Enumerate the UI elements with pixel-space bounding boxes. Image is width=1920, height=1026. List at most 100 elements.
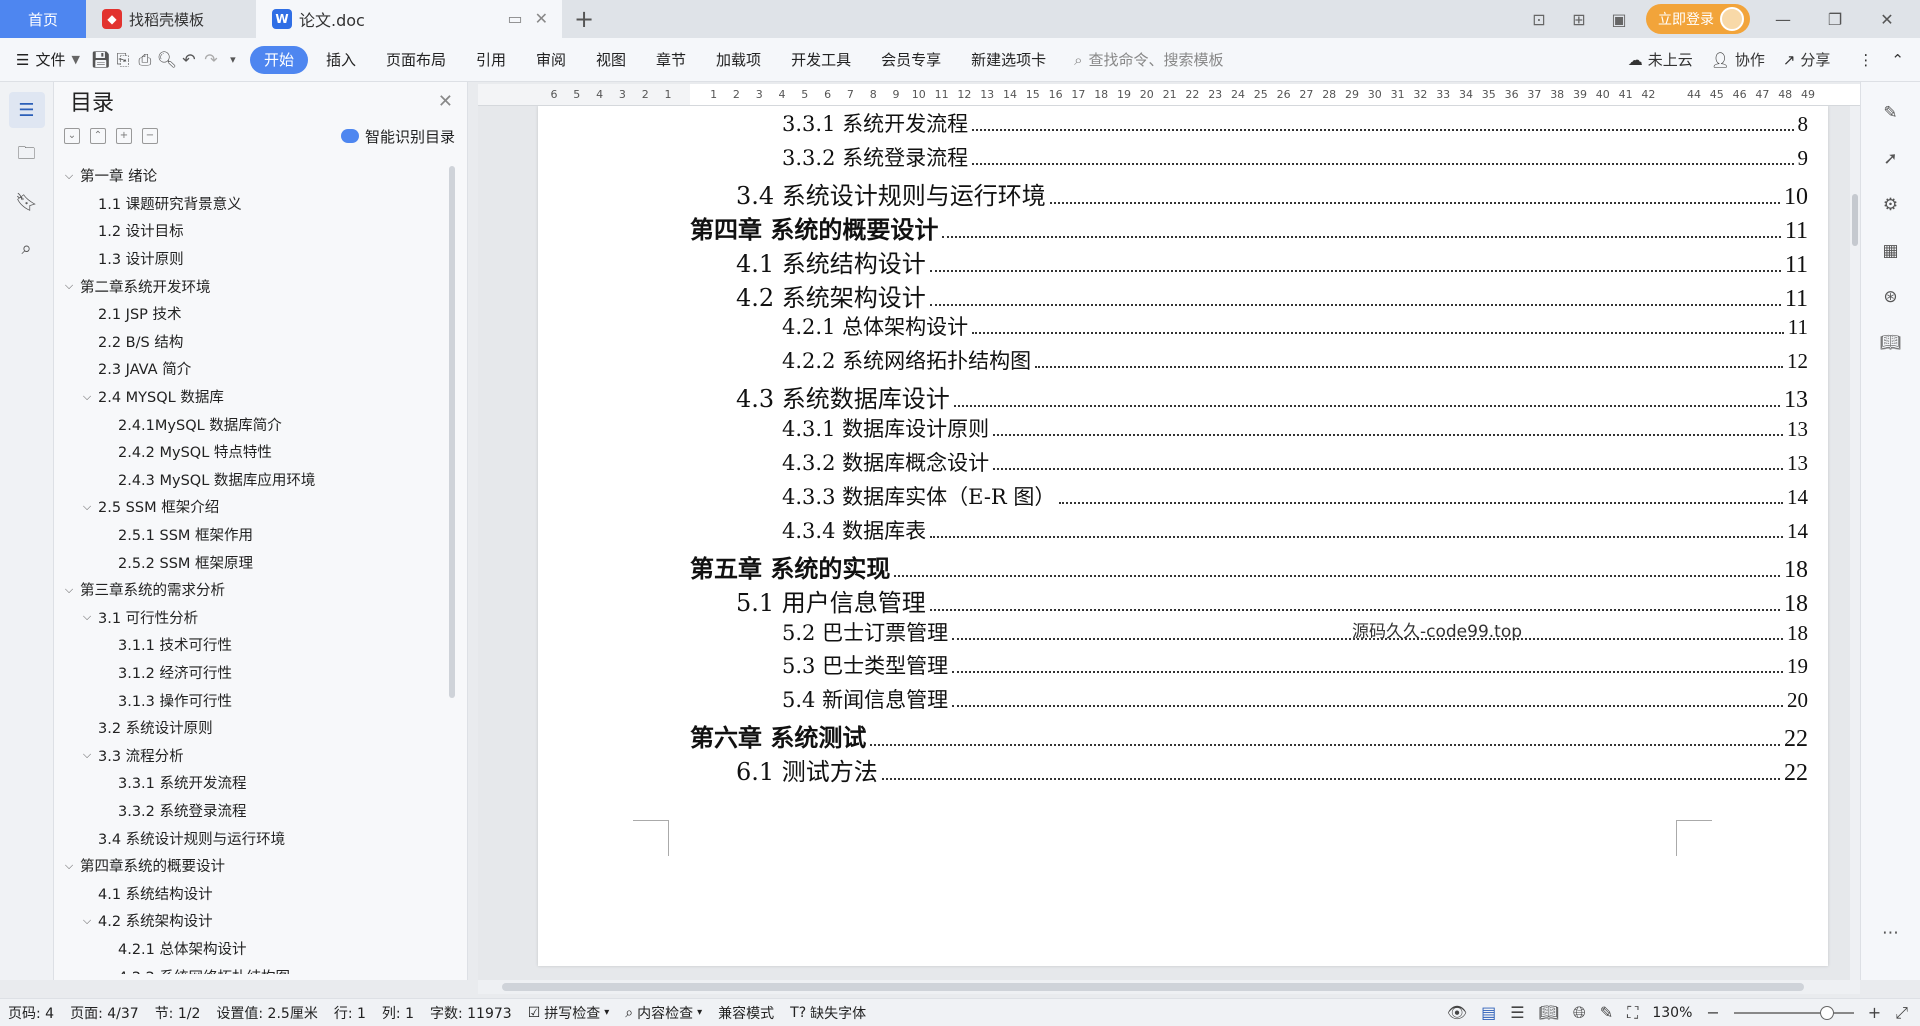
collab-button[interactable]: 👤︎ 协作 [1711,49,1765,70]
minimize-icon[interactable]: — [1764,0,1802,38]
toc-item[interactable]: ⌵ 第三章系统的需求分析 [54,576,444,604]
document-canvas[interactable]: 3.3.1 系统开发流程 8 3.3.2 系统登录流程 9 3.4 系统设计规则与运行环… [478,106,1860,980]
chevron-down-icon[interactable]: ⌵ [62,583,76,597]
toc-entry[interactable]: 5.2 巴士订票管理 18 [782,617,1808,647]
file-menu-button[interactable]: ☰ 文件 ▼ [0,49,90,70]
command-search[interactable]: ⌕ 查找命令、搜索模板 [1074,49,1223,70]
toc-item[interactable]: 2.3 JAVA 简介 [54,355,444,383]
print-preview-icon[interactable]: 🔍︎ [156,49,178,71]
ribbon-tab[interactable]: 开始 [249,45,308,74]
page-view-icon[interactable]: ▤ [1481,1003,1496,1022]
more-options-icon[interactable]: ⋮ [1858,51,1873,69]
horizontal-ruler[interactable]: 6 5 4 3 2 1 1 2 3 4 5 6 7 8 9 10 11 12 13 14 15 16 17 18 19 20 21 2… [478,84,1860,106]
chevron-down-icon[interactable]: ⌵ [62,169,76,183]
chevron-down-icon[interactable]: ⌵ [80,914,94,928]
chevron-down-icon[interactable]: ⌵ [80,748,94,762]
toc-item[interactable]: 2.4.2 MySQL 特点特性 [54,438,444,466]
toc-item[interactable]: 4.2.1 总体架构设计 [54,935,444,963]
toc-item[interactable]: 4.1 系统结构设计 [54,879,444,907]
reading-book-icon[interactable]: 📖︎ [1876,328,1906,358]
spell-check-button[interactable]: ☑ 拼写检查 ▾ [520,1003,618,1023]
grid-apps-icon[interactable]: ⊞ [1566,8,1592,30]
chevron-down-icon[interactable]: ⌵ [80,390,94,404]
fullscreen-icon[interactable]: ⤢ [1895,1003,1908,1023]
cloud-status-button[interactable]: ☁ 未上云 [1628,49,1693,70]
toc-item[interactable]: 2.4.3 MySQL 数据库应用环境 [54,466,444,494]
ribbon-tab[interactable]: 开发工具 [779,46,863,74]
toc-item[interactable]: ⌵ 2.5 SSM 框架介绍 [54,493,444,521]
chapter-nav-icon[interactable]: 🗀︎ [9,138,45,174]
ribbon-tab[interactable]: 引用 [464,46,518,74]
print-icon[interactable]: ⎙ [134,49,156,71]
toc-entry[interactable]: 4.3.2 数据库概念设计 13 [782,447,1808,477]
toc-item[interactable]: 3.3.2 系统登录流程 [54,797,444,825]
toc-entry[interactable]: 5.1 用户信息管理 18 [736,583,1808,618]
save-icon[interactable]: 💾︎ [90,49,112,71]
toc-entry[interactable]: 第四章 系统的概要设计 11 [690,210,1808,245]
zoom-in-icon[interactable]: + [1868,1003,1881,1022]
outline-view-icon[interactable]: ☰ [1510,1003,1524,1022]
missing-font-button[interactable]: T? 缺失字体 [782,1003,874,1023]
chevron-down-icon[interactable]: ⌵ [80,500,94,514]
status-page-code[interactable]: 页码: 4 [0,1003,62,1023]
toc-item[interactable]: 3.1.1 技术可行性 [54,631,444,659]
new-tab-button[interactable]: + [562,0,606,38]
zoom-out-icon[interactable]: − [1706,1003,1719,1022]
ribbon-tab[interactable]: 插入 [314,46,368,74]
toc-item[interactable]: 2.5.2 SSM 框架原理 [54,548,444,576]
toc-entry[interactable]: 4.3 系统数据库设计 13 [736,379,1808,414]
toc-entry[interactable]: 3.3.2 系统登录流程 9 [782,142,1808,172]
toc-entry[interactable]: 6.1 测试方法 22 [736,752,1808,787]
toc-entry[interactable]: 4.3.1 数据库设计原则 13 [782,413,1808,443]
add-heading-icon[interactable]: + [116,128,132,144]
web-view-icon[interactable]: 🌐︎ [1573,1003,1586,1023]
status-word-count[interactable]: 字数: 11973 [422,1003,520,1023]
toc-item[interactable]: 3.2 系统设计原则 [54,714,444,742]
toc-item[interactable]: 3.4 系统设计规则与运行环境 [54,824,444,852]
ribbon-tab[interactable]: 新建选项卡 [959,46,1058,74]
collapse-ribbon-icon[interactable]: ⌃ [1891,51,1904,69]
toc-entry[interactable]: 4.1 系统结构设计 11 [736,244,1808,279]
collapse-all-icon[interactable]: ⌄ [64,128,80,144]
toc-item[interactable]: ⌵ 4.2 系统架构设计 [54,907,444,935]
horizontal-scroll-thumb[interactable] [502,983,1804,991]
toc-item[interactable]: 3.3.1 系统开发流程 [54,769,444,797]
reading-mode-icon[interactable]: ⊡ [1526,8,1552,30]
toc-item[interactable]: 2.5.1 SSM 框架作用 [54,521,444,549]
toc-nav-icon[interactable]: ☰ [8,92,45,128]
more-tools-icon[interactable]: ⋯ [1876,918,1906,948]
zoom-slider[interactable] [1733,1005,1854,1020]
share-button[interactable]: ↗ 分享 [1783,49,1831,70]
ribbon-tab[interactable]: 视图 [584,46,638,74]
fit-page-icon[interactable]: ⛶ [1627,1003,1638,1023]
ribbon-tab[interactable]: 页面布局 [374,46,458,74]
toc-item[interactable]: ⌵ 第一章 绪论 [54,162,444,190]
restore-icon[interactable]: ❐ [1816,0,1854,38]
close-icon[interactable]: ✕ [438,91,453,112]
vertical-scroll-thumb[interactable] [1852,194,1858,246]
write-mode-icon[interactable]: ✎ [1600,1003,1613,1022]
close-tab-icon[interactable]: ✕ [535,9,548,28]
toc-item[interactable]: ⌵ 3.1 可行性分析 [54,604,444,632]
smart-toc-button[interactable]: 智能识别目录 [340,126,455,147]
toc-entry[interactable]: 第六章 系统测试 22 [690,718,1808,753]
eye-protection-icon[interactable]: 👁︎ [1447,1003,1467,1022]
export-pdf-icon[interactable]: ⎘ [112,49,134,71]
undo-icon[interactable]: ↶ [178,49,200,71]
tab-template[interactable]: ◆ 找稻壳模板 [86,0,256,38]
toc-scrollbar[interactable] [449,166,455,698]
find-icon[interactable]: ⌕ [9,230,45,266]
toc-entry[interactable]: 3.3.1 系统开发流程 8 [782,108,1808,138]
toc-item[interactable]: 4.2.2 系统网络拓扑结构图 [54,962,444,974]
toc-entry[interactable]: 4.2.2 系统网络拓扑结构图 12 [782,345,1808,375]
toc-item[interactable]: 1.1 课题研究背景意义 [54,190,444,218]
login-button[interactable]: 立即登录 [1646,4,1750,34]
status-page[interactable]: 页面: 4/37 [62,1003,147,1023]
skin-icon[interactable]: ▣ [1606,8,1632,30]
content-check-button[interactable]: ⌕ 内容检查 ▾ [617,1003,710,1023]
toc-entry[interactable]: 4.3.4 数据库表 14 [782,515,1808,545]
chevron-down-icon[interactable]: ⌵ [62,279,76,293]
toc-entry[interactable]: 第五章 系统的实现 18 [690,549,1808,584]
toc-item[interactable]: ⌵ 第四章系统的概要设计 [54,852,444,880]
chevron-down-icon[interactable]: ⌵ [62,859,76,873]
